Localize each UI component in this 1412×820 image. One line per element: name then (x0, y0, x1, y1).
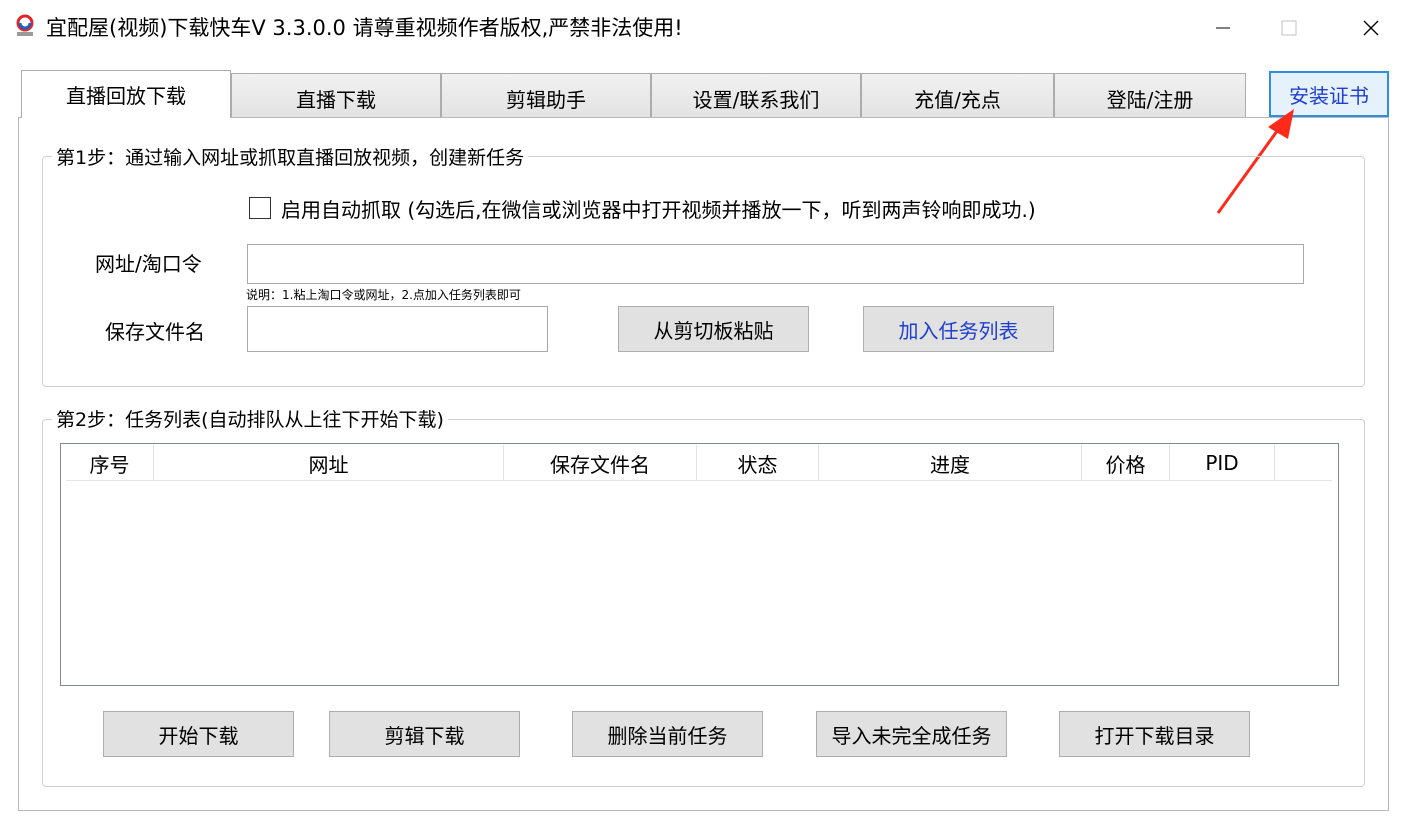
filename-label: 保存文件名 (105, 320, 205, 344)
column-header-filename[interactable]: 保存文件名 (504, 445, 697, 481)
column-header-index[interactable]: 序号 (66, 445, 154, 481)
title-bar: 宜配屋(视频)下载快车V 3.3.0.0 请尊重视频作者版权,严禁非法使用! (0, 0, 1412, 56)
url-label: 网址/淘口令 (95, 252, 202, 276)
header-divider (66, 480, 1332, 481)
tab-live-replay-download[interactable]: 直播回放下载 (21, 70, 231, 118)
start-download-button[interactable]: 开始下载 (103, 711, 294, 757)
filename-input[interactable] (247, 306, 548, 352)
step1-legend: 第1步：通过输入网址或抓取直播回放视频，创建新任务 (52, 143, 529, 170)
tab-label: 设置/联系我们 (692, 88, 820, 112)
add-to-task-list-button[interactable]: 加入任务列表 (863, 306, 1054, 352)
column-header-price[interactable]: 价格 (1082, 445, 1170, 481)
import-incomplete-tasks-button[interactable]: 导入未完全成任务 (816, 711, 1007, 757)
auto-capture-label: 启用自动抓取 (勾选后,在微信或浏览器中打开视频并播放一下，听到两声铃响即成功.… (281, 198, 1036, 222)
step2-legend: 第2步：任务列表(自动排队从上往下开始下载) (52, 405, 448, 432)
url-input[interactable] (247, 244, 1304, 284)
open-download-folder-button[interactable]: 打开下载目录 (1059, 711, 1250, 757)
window-title: 宜配屋(视频)下载快车V 3.3.0.0 请尊重视频作者版权,严禁非法使用! (46, 16, 683, 40)
tab-live-download[interactable]: 直播下载 (231, 73, 441, 117)
close-button[interactable] (1336, 0, 1406, 56)
column-header-url[interactable]: 网址 (154, 445, 504, 481)
tab-label: 直播回放下载 (66, 84, 186, 108)
minimize-icon (1216, 27, 1230, 29)
column-header-pid[interactable]: PID (1170, 445, 1275, 481)
maximize-icon (1281, 20, 1297, 36)
app-logo-icon (16, 14, 34, 36)
tab-label: 直播下载 (296, 88, 376, 112)
tab-label: 剪辑助手 (506, 88, 586, 112)
column-header-status[interactable]: 状态 (697, 445, 819, 481)
column-header-progress[interactable]: 进度 (819, 445, 1082, 481)
hint-text: 说明：1.粘上淘口令或网址，2.点加入任务列表即可 (246, 288, 521, 302)
auto-capture-checkbox[interactable] (249, 197, 271, 219)
tab-settings-contact[interactable]: 设置/联系我们 (651, 73, 861, 117)
edit-download-button[interactable]: 剪辑下载 (329, 711, 520, 757)
tab-edit-assistant[interactable]: 剪辑助手 (441, 73, 651, 117)
tab-label: 登陆/注册 (1106, 88, 1194, 112)
maximize-button[interactable] (1254, 0, 1324, 56)
delete-current-task-button[interactable]: 删除当前任务 (572, 711, 763, 757)
close-icon (1363, 20, 1379, 36)
tab-label: 充值/充点 (914, 88, 1001, 112)
paste-from-clipboard-button[interactable]: 从剪切板粘贴 (618, 306, 809, 352)
minimize-button[interactable] (1188, 0, 1258, 56)
tab-recharge[interactable]: 充值/充点 (861, 73, 1054, 117)
